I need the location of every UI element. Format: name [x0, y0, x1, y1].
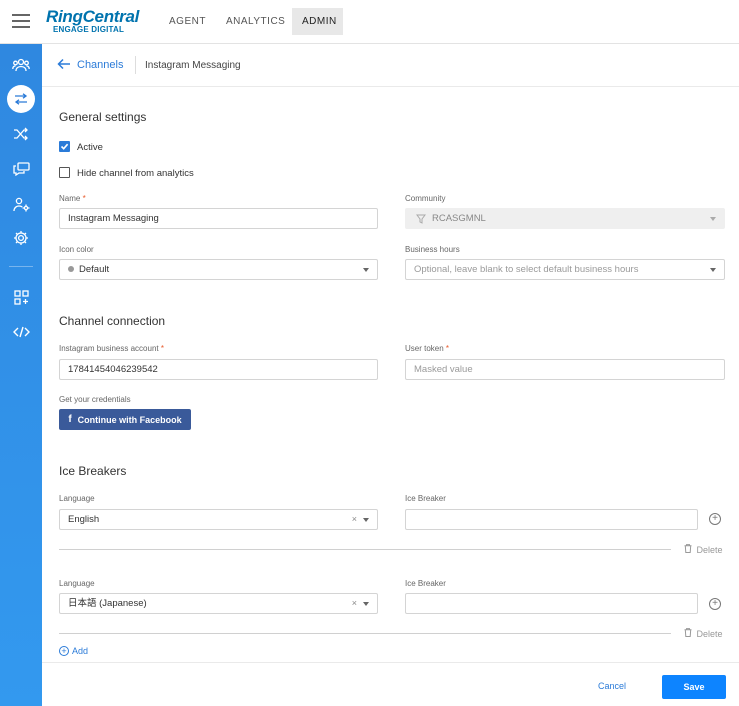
- add-ice-breaker-button[interactable]: + Add: [59, 646, 88, 656]
- users-icon[interactable]: [0, 51, 42, 79]
- channels-icon[interactable]: [0, 85, 42, 113]
- continue-with-facebook-button[interactable]: f Continue with Facebook: [59, 409, 191, 430]
- instagram-account-label: Instagram business account *: [59, 344, 164, 353]
- code-icon[interactable]: [0, 318, 42, 346]
- language-label: Language: [59, 579, 95, 588]
- color-dot-icon: [68, 266, 74, 272]
- menu-icon[interactable]: [12, 14, 30, 28]
- add-label: Add: [72, 646, 89, 656]
- icon-color-label: Icon color: [59, 245, 94, 254]
- tab-admin[interactable]: ADMIN: [292, 8, 343, 35]
- routing-icon[interactable]: [0, 120, 42, 148]
- chat-icon[interactable]: [0, 155, 42, 183]
- hide-from-analytics-checkbox[interactable]: [59, 167, 70, 178]
- logo-primary: RingCentral: [46, 7, 140, 26]
- breadcrumb: Channels Instagram Messaging: [42, 44, 739, 87]
- name-input[interactable]: Instagram Messaging: [59, 208, 378, 229]
- breadcrumb-current: Instagram Messaging: [145, 60, 241, 71]
- extensions-icon[interactable]: [0, 283, 42, 311]
- clear-icon[interactable]: ×: [352, 594, 357, 613]
- delete-button[interactable]: Delete: [684, 628, 723, 639]
- general-settings-heading: General settings: [59, 110, 147, 124]
- form-footer: Cancel Save: [42, 662, 739, 706]
- language-label: Language: [59, 494, 95, 503]
- filter-icon: [416, 214, 426, 224]
- language-select[interactable]: English ×: [59, 509, 378, 530]
- business-hours-label: Business hours: [405, 245, 460, 254]
- channel-connection-heading: Channel connection: [59, 314, 166, 328]
- icon-color-select[interactable]: Default: [59, 259, 378, 280]
- divider: [59, 549, 671, 550]
- trash-icon: [684, 544, 695, 555]
- ice-breaker-input[interactable]: [405, 593, 698, 614]
- hide-from-analytics-label: Hide channel from analytics: [77, 168, 194, 179]
- chevron-down-icon: [363, 518, 369, 522]
- ice-breaker-label: Ice Breaker: [405, 494, 446, 503]
- language-value: English: [68, 514, 100, 525]
- credentials-label: Get your credentials: [59, 395, 131, 404]
- breadcrumb-channels-link[interactable]: Channels: [77, 59, 123, 71]
- user-token-label: User token *: [405, 344, 450, 353]
- delete-button[interactable]: Delete: [684, 544, 723, 555]
- chevron-down-icon: [710, 268, 716, 272]
- chevron-down-icon: [710, 217, 716, 221]
- language-value: 日本語 (Japanese): [68, 598, 147, 609]
- ice-breaker-input[interactable]: [405, 509, 698, 530]
- save-button[interactable]: Save: [662, 675, 726, 699]
- icon-color-value: Default: [79, 264, 110, 275]
- delete-label: Delete: [696, 629, 723, 639]
- ice-breakers-heading: Ice Breakers: [59, 464, 127, 478]
- community-select: RCASGMNL: [405, 208, 725, 229]
- logo: RingCentral ENGAGE DIGITAL: [46, 8, 139, 35]
- add-circle-icon: +: [59, 646, 69, 656]
- agent-settings-icon[interactable]: [0, 190, 42, 218]
- tab-agent[interactable]: AGENT: [159, 8, 216, 35]
- community-label: Community: [405, 194, 446, 203]
- delete-label: Delete: [696, 545, 723, 555]
- name-label: Name *: [59, 194, 86, 203]
- settings-icon[interactable]: [0, 224, 42, 252]
- top-bar: RingCentral ENGAGE DIGITAL AGENT ANALYTI…: [0, 0, 739, 44]
- business-hours-select[interactable]: Optional, leave blank to select default …: [405, 259, 725, 280]
- ice-breaker-label: Ice Breaker: [405, 579, 446, 588]
- add-circle-icon[interactable]: +: [709, 598, 721, 610]
- facebook-button-label: Continue with Facebook: [77, 414, 182, 425]
- user-token-input[interactable]: Masked value: [405, 359, 725, 380]
- arrow-left-icon[interactable]: [57, 57, 71, 71]
- divider: [59, 633, 671, 634]
- facebook-icon: f: [68, 414, 72, 425]
- logo-secondary: ENGAGE DIGITAL: [53, 25, 125, 34]
- add-circle-icon[interactable]: +: [709, 513, 721, 525]
- clear-icon[interactable]: ×: [352, 510, 357, 529]
- community-value: RCASGMNL: [432, 213, 486, 224]
- active-label: Active: [77, 142, 103, 153]
- tab-analytics[interactable]: ANALYTICS: [216, 8, 295, 35]
- language-select[interactable]: 日本語 (Japanese) ×: [59, 593, 378, 614]
- cancel-button[interactable]: Cancel: [598, 681, 626, 691]
- sidebar: [0, 44, 42, 706]
- chevron-down-icon: [363, 602, 369, 606]
- instagram-account-input[interactable]: 17841454046239542: [59, 359, 378, 380]
- trash-icon: [684, 628, 695, 639]
- business-hours-placeholder: Optional, leave blank to select default …: [414, 264, 639, 275]
- chevron-down-icon: [363, 268, 369, 272]
- active-checkbox[interactable]: [59, 141, 70, 152]
